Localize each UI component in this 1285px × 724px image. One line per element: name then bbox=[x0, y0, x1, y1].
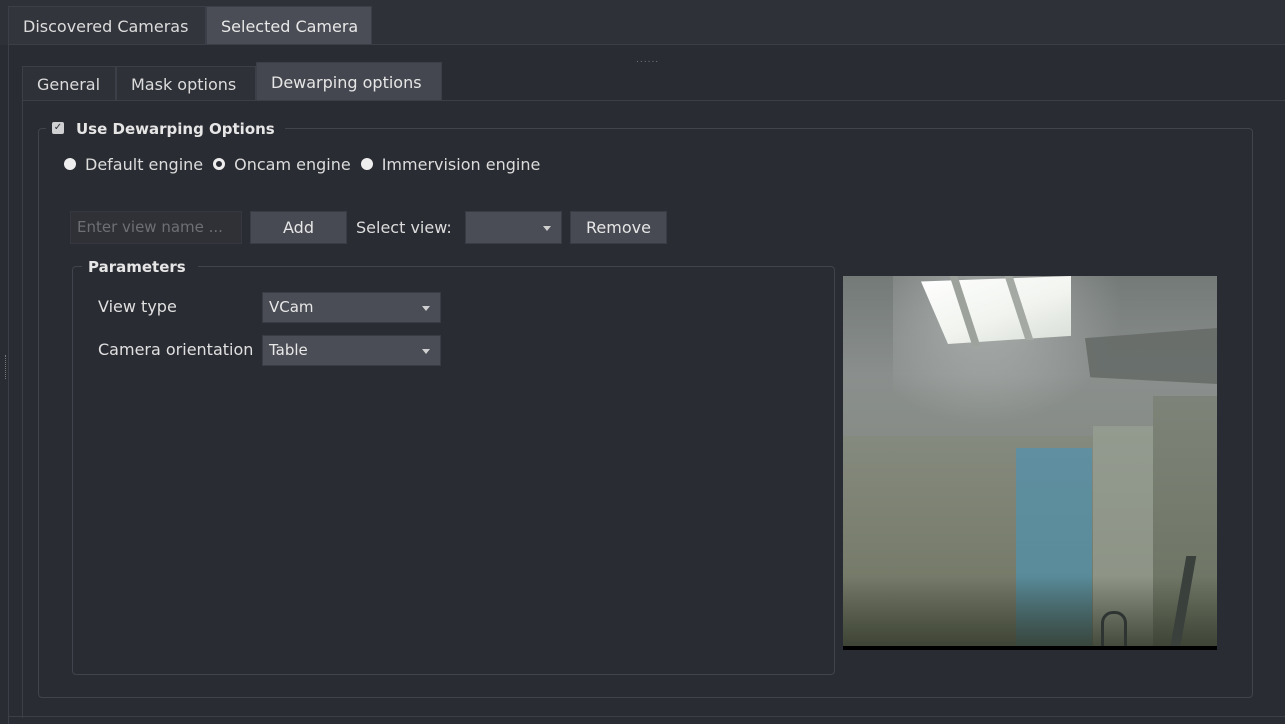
preview-floor-shadow bbox=[843, 576, 1217, 650]
radio-label: Oncam engine bbox=[234, 155, 351, 174]
splitter-handle-dots: ...... bbox=[636, 55, 660, 65]
camera-orientation-value: Table bbox=[269, 341, 308, 359]
select-view-label: Select view: bbox=[356, 218, 452, 237]
radio-checked-icon[interactable] bbox=[213, 157, 226, 170]
remove-view-button[interactable]: Remove bbox=[570, 211, 667, 244]
radio-label: Default engine bbox=[85, 155, 204, 174]
splitter-handle[interactable]: ...... bbox=[636, 55, 660, 65]
tab-label: Dewarping options bbox=[271, 73, 422, 92]
bottom-divider bbox=[8, 716, 1285, 717]
add-view-button[interactable]: Add bbox=[250, 211, 347, 244]
radio-oncam-engine[interactable]: Oncam engine bbox=[213, 155, 361, 174]
view-name-placeholder: Enter view name ... bbox=[77, 218, 223, 236]
view-type-value: VCam bbox=[269, 298, 314, 316]
radio-default-engine[interactable]: Default engine bbox=[64, 155, 213, 174]
view-type-dropdown[interactable]: VCam bbox=[262, 292, 441, 323]
view-name-input[interactable]: Enter view name ... bbox=[70, 211, 242, 244]
chevron-down-icon bbox=[543, 225, 551, 231]
tab-selected-camera[interactable]: Selected Camera bbox=[206, 6, 372, 45]
camera-orientation-label: Camera orientation bbox=[98, 340, 254, 359]
camera-preview bbox=[843, 276, 1217, 650]
tab-discovered-cameras[interactable]: Discovered Cameras bbox=[8, 6, 206, 45]
parameters-groupbox bbox=[72, 266, 835, 675]
chevron-down-icon bbox=[422, 348, 430, 354]
tab-label: Selected Camera bbox=[221, 17, 359, 36]
parameters-title: Parameters bbox=[82, 256, 198, 278]
tab-label: General bbox=[37, 75, 101, 94]
chevron-down-icon bbox=[422, 305, 430, 311]
radio-immervision-engine[interactable]: Immervision engine bbox=[360, 155, 551, 174]
use-dewarping-checkbox[interactable]: ✓ Use Dewarping Options bbox=[46, 118, 285, 140]
view-type-label: View type bbox=[98, 297, 177, 316]
select-view-dropdown[interactable] bbox=[465, 211, 562, 244]
tab-general[interactable]: General bbox=[22, 66, 116, 101]
tab-dewarping-options[interactable]: Dewarping options bbox=[256, 62, 442, 101]
engine-radio-group: Default engine Oncam engine Immervision en… bbox=[64, 152, 550, 178]
use-dewarping-label: Use Dewarping Options bbox=[76, 120, 275, 138]
radio-unchecked-icon[interactable] bbox=[64, 157, 76, 170]
left-resize-grip[interactable] bbox=[5, 355, 8, 379]
radio-unchecked-icon[interactable] bbox=[360, 157, 373, 170]
tab-label: Mask options bbox=[131, 75, 237, 94]
tab-mask-options[interactable]: Mask options bbox=[116, 66, 256, 101]
preview-chair bbox=[1101, 611, 1127, 650]
preview-bottom-edge bbox=[843, 646, 1217, 650]
checkbox-checked-icon[interactable]: ✓ bbox=[52, 121, 64, 134]
tab-label: Discovered Cameras bbox=[23, 17, 189, 36]
radio-label: Immervision engine bbox=[381, 155, 541, 174]
camera-orientation-dropdown[interactable]: Table bbox=[262, 335, 441, 366]
